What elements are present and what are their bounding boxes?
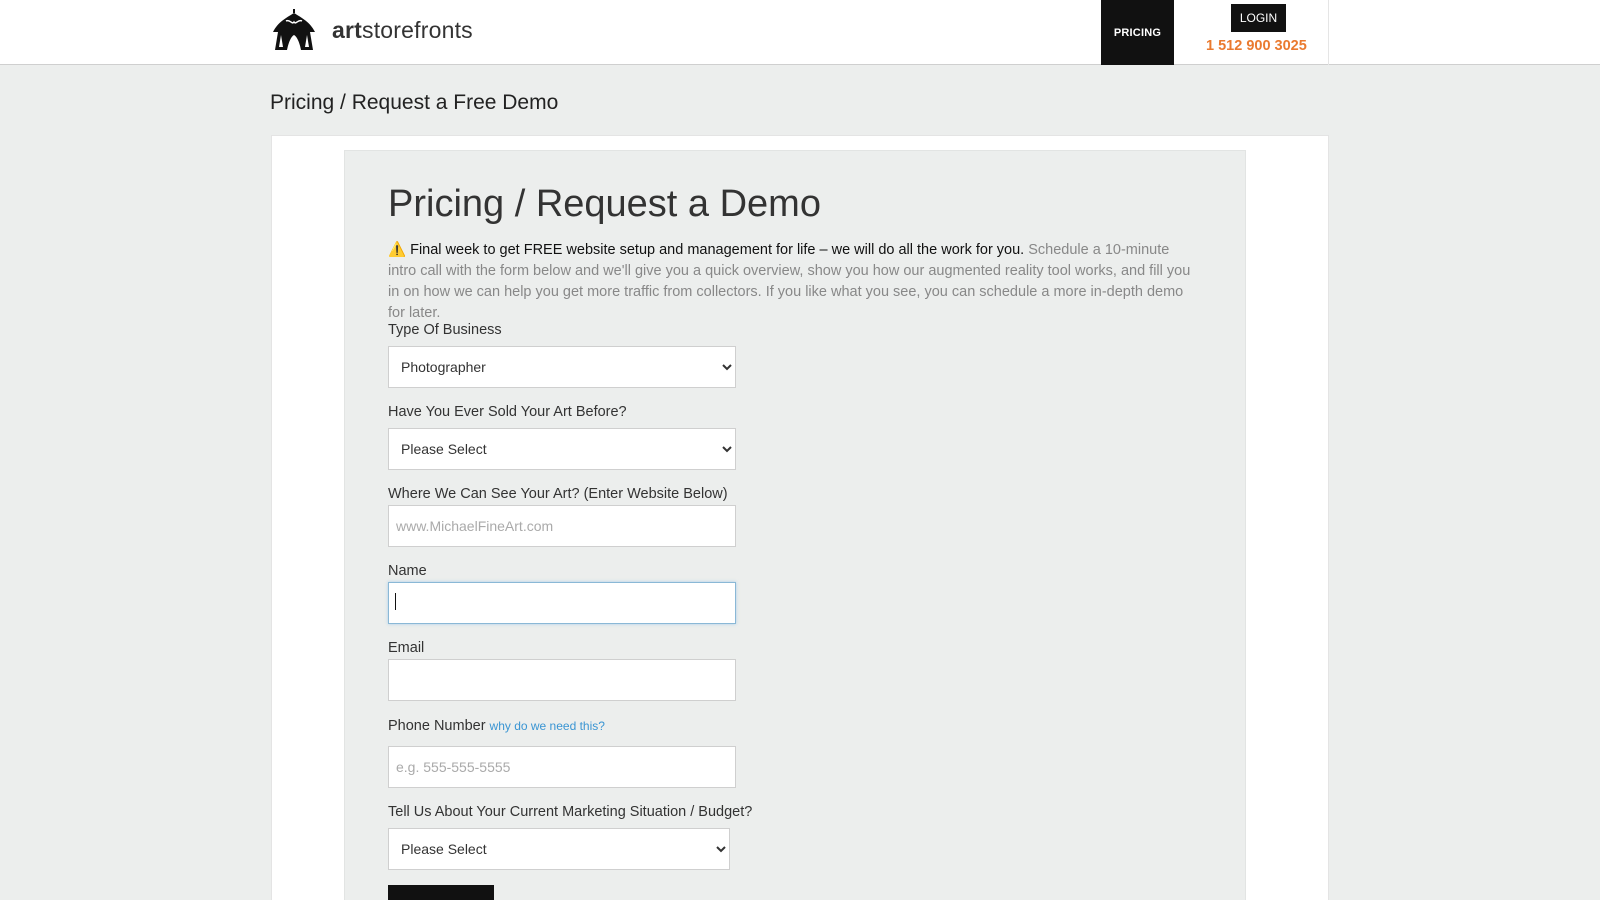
phone-input[interactable]	[388, 746, 736, 788]
text-cursor	[395, 593, 396, 610]
phone-number-link[interactable]: 1 512 900 3025	[1206, 38, 1307, 54]
phone-label: Phone Number why do we need this?	[388, 718, 605, 734]
form-intro: ⚠️ Final week to get FREE website setup …	[388, 240, 1198, 324]
logo-wordmark-rest: storefronts	[362, 16, 473, 43]
sold-before-label: Have You Ever Sold Your Art Before?	[388, 404, 627, 420]
website-label: Where We Can See Your Art? (Enter Websit…	[388, 486, 728, 502]
email-label: Email	[388, 640, 425, 656]
name-label: Name	[388, 563, 427, 579]
intro-alert: ⚠️ Final week to get FREE website setup …	[388, 242, 1025, 258]
login-button[interactable]: LOGIN	[1231, 4, 1286, 32]
logo-wordmark: artstorefronts	[332, 17, 473, 44]
circus-tent-icon	[273, 9, 315, 50]
why-need-phone-link[interactable]: why do we need this?	[490, 719, 605, 733]
page-title: Pricing / Request a Free Demo	[270, 91, 559, 114]
phone-label-text: Phone Number	[388, 718, 486, 734]
email-input[interactable]	[388, 659, 736, 701]
submit-button[interactable]	[388, 885, 494, 900]
marketing-budget-label: Tell Us About Your Current Marketing Sit…	[388, 804, 753, 820]
sold-before-select[interactable]: Please Select	[388, 428, 736, 470]
website-input[interactable]	[388, 505, 736, 547]
nav-pricing-link[interactable]: PRICING	[1101, 0, 1174, 65]
business-type-select[interactable]: Photographer	[388, 346, 736, 388]
logo-wordmark-bold: art	[332, 16, 363, 43]
name-input[interactable]	[388, 582, 736, 624]
form-title: Pricing / Request a Demo	[388, 183, 821, 225]
top-navigation-bar: artstorefronts PRICING LOGIN 1 512 900 3…	[0, 0, 1600, 65]
marketing-budget-select[interactable]: Please Select	[388, 828, 730, 870]
business-type-label: Type Of Business	[388, 322, 502, 338]
nav-account-area: LOGIN 1 512 900 3025	[1174, 0, 1329, 65]
site-logo[interactable]: artstorefronts	[270, 8, 473, 52]
